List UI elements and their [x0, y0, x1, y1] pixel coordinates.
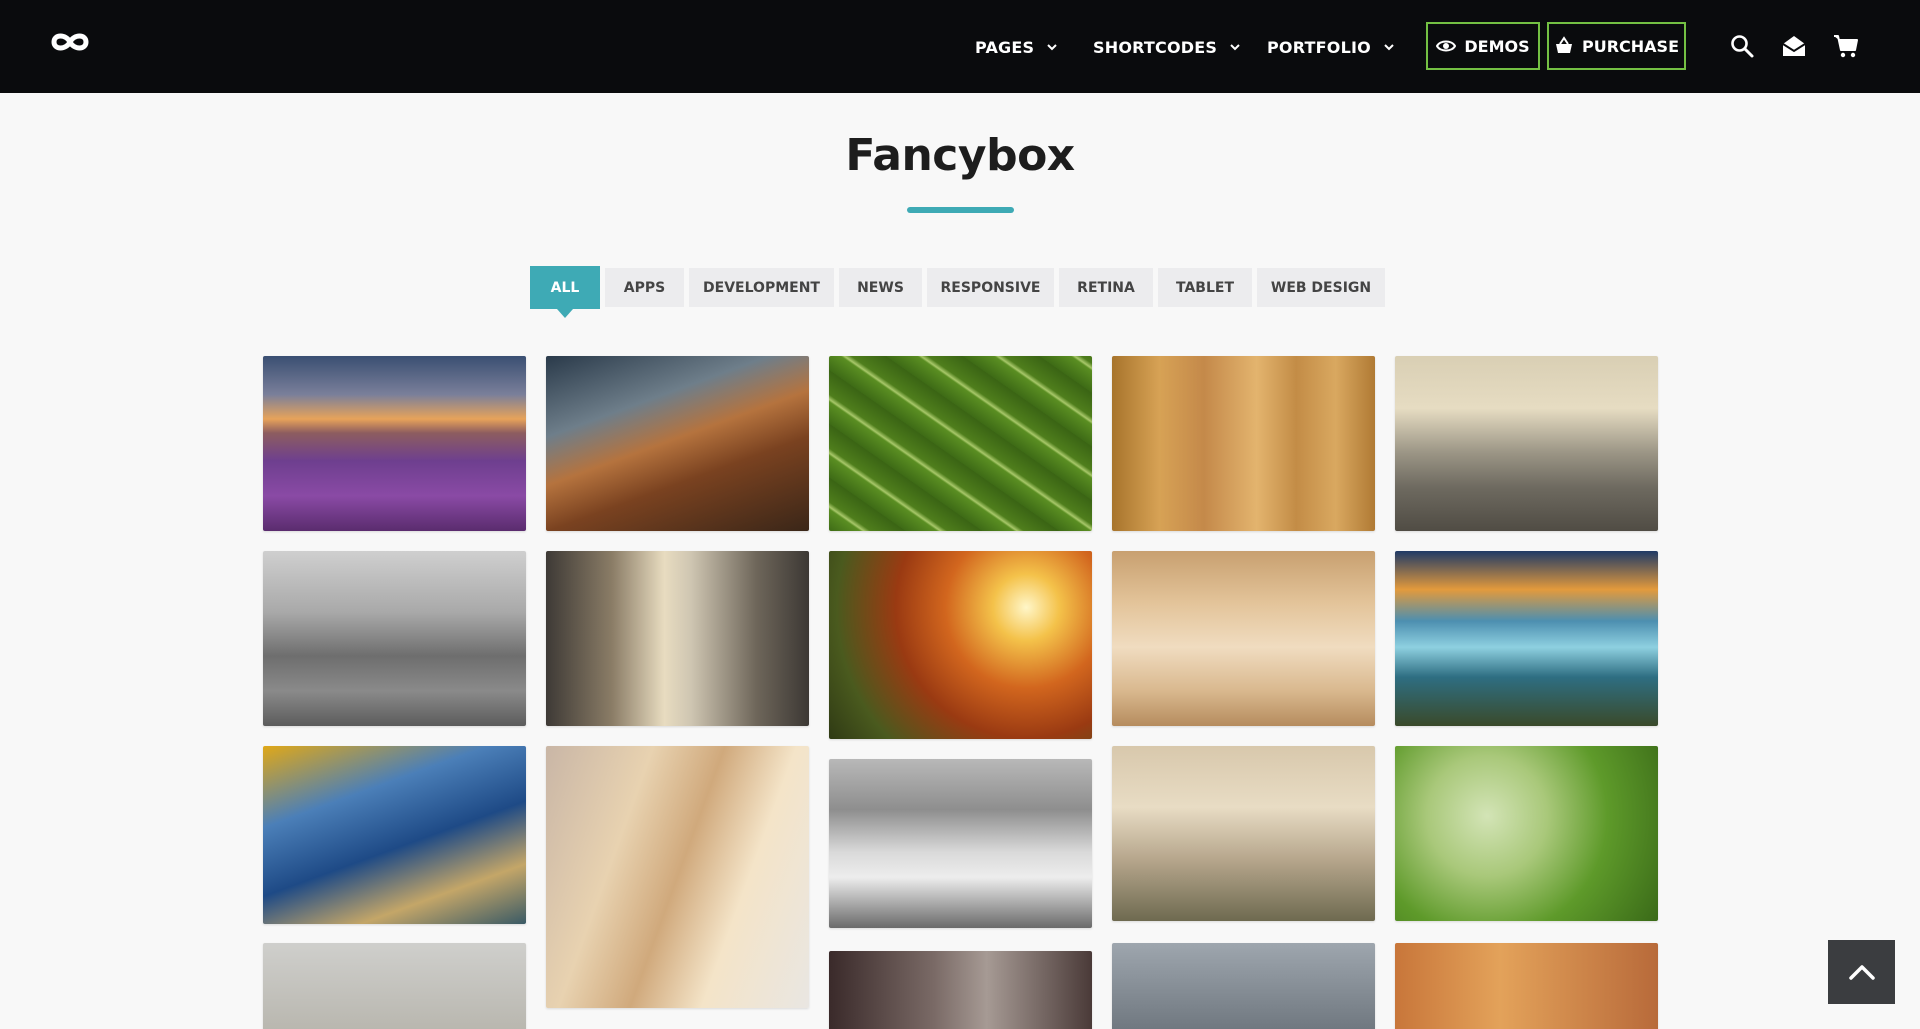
nav-pages[interactable]: PAGES — [975, 35, 1058, 59]
filter-retina[interactable]: RETINA — [1059, 268, 1153, 307]
portfolio-item[interactable] — [1395, 943, 1658, 1029]
filter-tablet[interactable]: TABLET — [1158, 268, 1252, 307]
portfolio-item[interactable] — [1395, 551, 1658, 726]
filter-responsive[interactable]: RESPONSIVE — [927, 268, 1054, 307]
portfolio-item[interactable] — [829, 356, 1092, 531]
chevron-down-icon — [1230, 44, 1240, 51]
nav-shortcodes[interactable]: SHORTCODES — [1093, 35, 1241, 59]
mail-icon[interactable] — [1781, 33, 1807, 59]
portfolio-item[interactable] — [263, 943, 526, 1029]
purchase-label: PURCHASE — [1581, 36, 1679, 56]
portfolio-item[interactable] — [1395, 356, 1658, 531]
portfolio-item[interactable] — [829, 551, 1092, 739]
filter-development[interactable]: DEVELOPMENT — [689, 268, 834, 307]
filter-news[interactable]: NEWS — [839, 268, 922, 307]
filter-all[interactable]: ALL — [530, 266, 600, 318]
basket-icon — [1555, 36, 1572, 53]
portfolio-item[interactable] — [1112, 943, 1375, 1029]
chevron-up-icon — [1848, 965, 1875, 980]
portfolio-item[interactable] — [546, 356, 809, 531]
portfolio-item[interactable] — [829, 951, 1092, 1029]
portfolio-item[interactable] — [829, 759, 1092, 928]
nav-portfolio-label: PORTFOLIO — [1267, 37, 1371, 57]
demos-button[interactable]: DEMOS — [1426, 22, 1540, 70]
nav-pages-label: PAGES — [975, 37, 1035, 57]
portfolio-item[interactable] — [546, 551, 809, 726]
portfolio-item[interactable] — [263, 551, 526, 726]
portfolio-item[interactable] — [263, 356, 526, 531]
portfolio-item[interactable] — [546, 746, 809, 1008]
portfolio-filters: ALL APPS DEVELOPMENT NEWS RESPONSIVE RET… — [0, 266, 1920, 318]
filter-apps[interactable]: APPS — [605, 268, 684, 307]
portfolio-item[interactable] — [1112, 746, 1375, 921]
demos-label: DEMOS — [1464, 36, 1530, 56]
portfolio-item[interactable] — [263, 746, 526, 924]
search-icon[interactable] — [1729, 33, 1755, 59]
page-title: Fancybox — [845, 130, 1075, 181]
portfolio-item[interactable] — [1112, 356, 1375, 531]
title-underline — [907, 207, 1014, 213]
portfolio-item[interactable] — [1112, 551, 1375, 726]
eye-icon — [1436, 40, 1457, 52]
back-to-top-button[interactable] — [1828, 940, 1895, 1004]
filter-web-design[interactable]: WEB DESIGN — [1257, 268, 1385, 307]
portfolio-item[interactable] — [1395, 746, 1658, 921]
chevron-down-icon — [1384, 44, 1394, 51]
nav-portfolio[interactable]: PORTFOLIO — [1267, 35, 1395, 59]
top-navbar: PAGES SHORTCODES PORTFOLIO DEMOS PURCHAS… — [0, 0, 1920, 93]
nav-shortcodes-label: SHORTCODES — [1093, 37, 1218, 57]
chevron-down-icon — [1047, 44, 1057, 51]
logo-icon[interactable] — [48, 30, 92, 60]
cart-icon[interactable] — [1833, 33, 1859, 59]
purchase-button[interactable]: PURCHASE — [1547, 22, 1686, 70]
